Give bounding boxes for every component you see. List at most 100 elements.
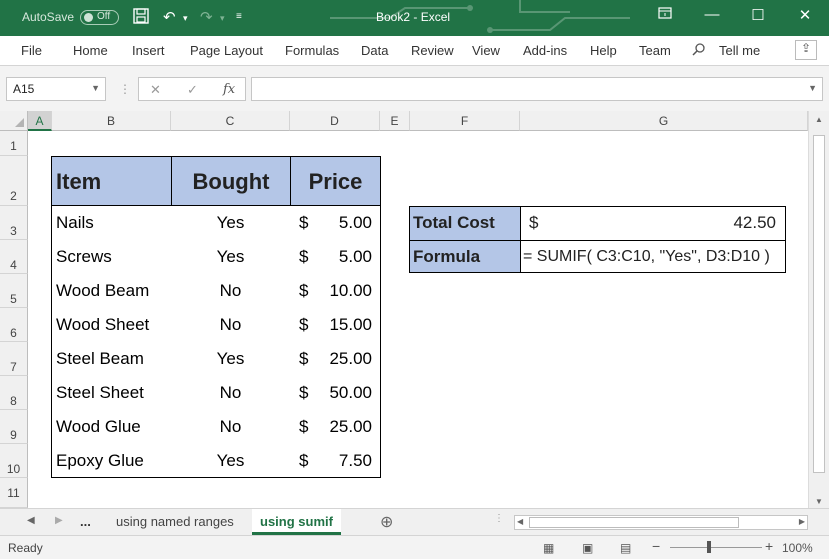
cell-bought[interactable]: Yes xyxy=(171,451,290,471)
cell-price[interactable]: 5.00 xyxy=(300,247,372,267)
row-header-10[interactable]: 10 xyxy=(0,444,28,478)
tab-help[interactable]: Help xyxy=(590,43,617,58)
col-header-a[interactable]: A xyxy=(28,111,52,131)
row-header-9[interactable]: 9 xyxy=(0,410,28,444)
autosave-toggle[interactable]: Off xyxy=(80,10,119,25)
formula-value[interactable]: = SUMIF( C3:C10, "Yes", D3:D10 ) xyxy=(520,240,786,273)
drag-handle-icon[interactable]: ⋮ xyxy=(119,82,131,96)
cell-bought[interactable]: No xyxy=(171,417,290,437)
prev-sheet-icon[interactable]: ◀ xyxy=(27,515,35,526)
more-sheets-button[interactable]: ... xyxy=(72,509,99,535)
tab-data[interactable]: Data xyxy=(361,43,388,58)
save-icon[interactable] xyxy=(133,8,149,28)
cell-item[interactable]: Wood Beam xyxy=(56,281,149,301)
cell-item[interactable]: Epoxy Glue xyxy=(56,451,144,471)
row-header-2[interactable]: 2 xyxy=(0,156,28,206)
cell-price[interactable]: 5.00 xyxy=(300,213,372,233)
col-header-d[interactable]: D xyxy=(290,111,380,131)
vertical-scrollbar[interactable]: ▲ ▼ xyxy=(808,111,829,508)
scroll-left-icon[interactable]: ◀ xyxy=(517,517,523,526)
cell-price[interactable]: 15.00 xyxy=(300,315,372,335)
cell-bought[interactable]: No xyxy=(171,383,290,403)
formula-input[interactable]: ▼ xyxy=(251,77,823,101)
row-header-7[interactable]: 7 xyxy=(0,342,28,376)
redo-dropdown-icon[interactable]: ▾ xyxy=(220,13,225,24)
zoom-in-icon[interactable]: + xyxy=(765,538,773,554)
scroll-right-icon[interactable]: ▶ xyxy=(799,517,805,526)
cell-item[interactable]: Nails xyxy=(56,213,94,233)
cell-bought[interactable]: No xyxy=(171,281,290,301)
page-layout-view-icon[interactable]: ▣ xyxy=(582,541,593,555)
tab-formulas[interactable]: Formulas xyxy=(285,43,339,58)
undo-icon[interactable]: ↶ xyxy=(163,8,176,26)
zoom-out-icon[interactable]: − xyxy=(652,538,660,554)
tab-add-ins[interactable]: Add-ins xyxy=(523,43,567,58)
close-icon[interactable]: ✕ xyxy=(790,6,820,24)
header-bought[interactable]: Bought xyxy=(171,156,291,206)
cell-price[interactable]: 10.00 xyxy=(300,281,372,301)
share-icon[interactable]: ⇪ xyxy=(795,40,817,60)
cell-item[interactable]: Steel Sheet xyxy=(56,383,144,403)
zoom-slider[interactable] xyxy=(670,547,762,548)
next-sheet-icon[interactable]: ▶ xyxy=(55,515,63,526)
col-header-b[interactable]: B xyxy=(52,111,171,131)
sheet-tab-named-ranges[interactable]: using named ranges xyxy=(108,509,242,535)
total-cost-cell[interactable]: $ 42.50 xyxy=(520,206,786,241)
col-header-c[interactable]: C xyxy=(171,111,290,131)
cell-item[interactable]: Wood Sheet xyxy=(56,315,149,335)
header-item[interactable]: Item xyxy=(51,156,172,206)
row-header-11[interactable]: 11 xyxy=(0,478,28,508)
row-header-5[interactable]: 5 xyxy=(0,274,28,308)
ribbon-display-icon[interactable] xyxy=(650,6,680,23)
cell-price[interactable]: 50.00 xyxy=(300,383,372,403)
tab-split-handle-icon[interactable]: ⋮ xyxy=(494,513,504,524)
tab-home[interactable]: Home xyxy=(73,43,108,58)
add-sheet-icon[interactable]: ⊕ xyxy=(380,512,393,532)
row-header-8[interactable]: 8 xyxy=(0,376,28,410)
zoom-level[interactable]: 100% xyxy=(782,541,813,555)
cell-price[interactable]: 7.50 xyxy=(300,451,372,471)
scroll-down-icon[interactable]: ▼ xyxy=(815,497,823,506)
page-break-view-icon[interactable]: ▤ xyxy=(620,541,631,555)
scroll-thumb[interactable] xyxy=(813,135,825,473)
row-header-1[interactable]: 1 xyxy=(0,131,28,156)
tab-team[interactable]: Team xyxy=(639,43,671,58)
expand-formula-icon[interactable]: ▼ xyxy=(808,83,817,93)
maximize-icon[interactable]: ☐ xyxy=(743,6,773,24)
cancel-icon[interactable]: ✕ xyxy=(150,82,161,98)
tab-file[interactable]: File xyxy=(21,43,42,58)
redo-icon[interactable]: ↷ xyxy=(200,8,213,26)
undo-dropdown-icon[interactable]: ▾ xyxy=(183,13,188,24)
horizontal-scrollbar[interactable]: ◀ ▶ xyxy=(514,515,808,530)
cell-bought[interactable]: Yes xyxy=(171,213,290,233)
zoom-slider-handle[interactable] xyxy=(707,541,711,553)
hscroll-thumb[interactable] xyxy=(529,517,739,528)
col-header-e[interactable]: E xyxy=(380,111,410,131)
row-header-3[interactable]: 3 xyxy=(0,206,28,240)
insert-function-icon[interactable]: fx xyxy=(223,82,235,97)
cell-bought[interactable]: Yes xyxy=(171,247,290,267)
total-cost-label[interactable]: Total Cost xyxy=(409,206,521,241)
minimize-icon[interactable]: — xyxy=(697,6,727,23)
cell-bought[interactable]: Yes xyxy=(171,349,290,369)
tab-page-layout[interactable]: Page Layout xyxy=(190,43,263,58)
customize-qat-icon[interactable]: ≡ xyxy=(236,11,242,22)
col-header-g[interactable]: G xyxy=(520,111,808,131)
sheet-tab-sumif[interactable]: using sumif xyxy=(252,509,341,535)
tab-insert[interactable]: Insert xyxy=(132,43,165,58)
name-box[interactable]: A15 ▼ xyxy=(6,77,106,101)
tab-review[interactable]: Review xyxy=(411,43,454,58)
tell-me-label[interactable]: Tell me xyxy=(719,43,760,58)
chevron-down-icon[interactable]: ▼ xyxy=(91,83,100,93)
select-all-button[interactable] xyxy=(0,111,28,131)
cell-item[interactable]: Steel Beam xyxy=(56,349,144,369)
col-header-f[interactable]: F xyxy=(410,111,520,131)
enter-check-icon[interactable]: ✓ xyxy=(187,82,198,98)
tab-view[interactable]: View xyxy=(472,43,500,58)
cell-price[interactable]: 25.00 xyxy=(300,417,372,437)
tell-me-search-icon[interactable] xyxy=(692,43,705,59)
cell-price[interactable]: 25.00 xyxy=(300,349,372,369)
header-price[interactable]: Price xyxy=(290,156,381,206)
row-header-6[interactable]: 6 xyxy=(0,308,28,342)
cell-item[interactable]: Screws xyxy=(56,247,112,267)
